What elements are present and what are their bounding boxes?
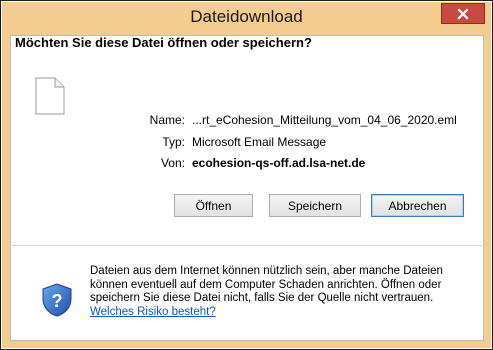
close-icon [457, 7, 469, 20]
title-bar[interactable]: Dateidownload [2, 2, 491, 35]
divider [10, 245, 484, 246]
file-source-value: ecohesion-qs-off.ad.lsa-net.de [192, 156, 366, 170]
warning-text: Dateien aus dem Internet können nützlich… [90, 265, 443, 304]
save-button[interactable]: Speichern [269, 194, 361, 217]
file-name-label: Name: [149, 113, 185, 127]
svg-text:?: ? [52, 291, 63, 311]
close-button[interactable] [441, 3, 485, 24]
shield-question-icon: ? [42, 283, 72, 317]
download-dialog: Dateidownload Möchten Sie diese Datei öf… [0, 0, 493, 350]
security-warning: Dateien aus dem Internet können nützlich… [90, 265, 475, 319]
file-name-value: ...rt_eCohesion_Mitteilung_vom_04_06_202… [192, 113, 457, 127]
cancel-button[interactable]: Abbrechen [371, 194, 464, 217]
file-type-value: Microsoft Email Message [192, 135, 327, 149]
open-button[interactable]: Öffnen [174, 194, 253, 217]
file-source-label: Von: [160, 156, 185, 170]
question-heading: Möchten Sie diese Datei öffnen oder spei… [15, 35, 312, 50]
file-icon [35, 77, 65, 115]
dialog-title: Dateidownload [190, 7, 303, 26]
risk-info-link[interactable]: Welches Risiko besteht? [90, 306, 216, 318]
file-type-label: Typ: [162, 135, 185, 149]
